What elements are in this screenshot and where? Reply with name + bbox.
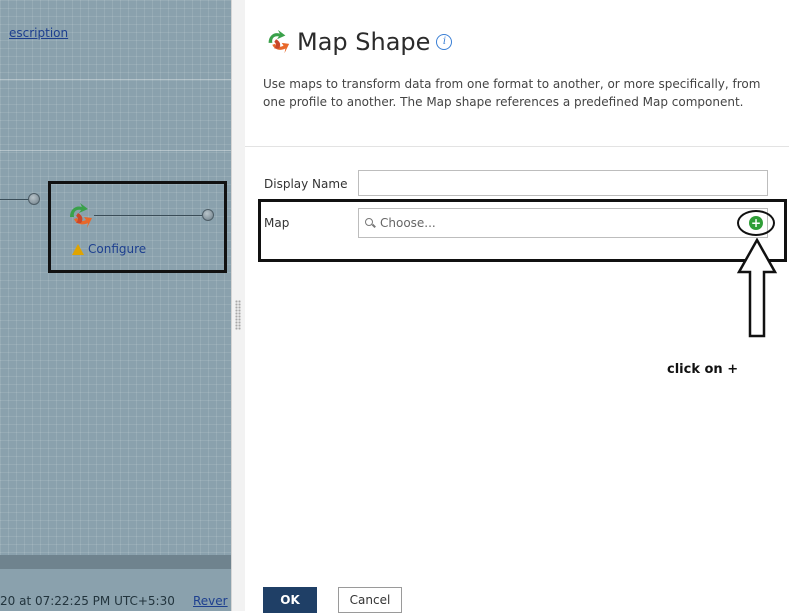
connector-point[interactable]	[28, 193, 40, 205]
map-choose-input[interactable]: Choose...	[358, 208, 768, 238]
ok-button[interactable]: OK	[263, 587, 317, 613]
splitter-grip-icon[interactable]	[235, 300, 241, 330]
canvas-divider	[0, 150, 231, 151]
connector-point[interactable]	[202, 209, 214, 221]
up-arrow-icon	[736, 238, 778, 338]
search-icon	[365, 218, 375, 228]
canvas-footer: 20 at 07:22:25 PM UTC+5:30 Rever	[0, 569, 231, 611]
description-link[interactable]: escription	[9, 26, 68, 40]
panel-title-text: Map Shape	[297, 28, 431, 56]
plus-circle-icon[interactable]: +	[749, 216, 763, 230]
process-canvas[interactable]: escription Configure 20 at 07:22:25 PM U…	[0, 0, 231, 611]
configure-link[interactable]: Configure	[72, 242, 146, 256]
connector-line	[94, 215, 202, 216]
horizontal-scrollbar[interactable]	[0, 555, 231, 569]
display-name-input[interactable]	[358, 170, 768, 196]
connector-line	[0, 199, 30, 200]
canvas-divider	[0, 79, 231, 80]
revert-link[interactable]: Rever	[193, 594, 228, 608]
panel-title: Map Shape i	[263, 28, 453, 56]
map-shape-icon	[268, 29, 290, 54]
info-icon[interactable]: i	[436, 34, 453, 50]
revision-timestamp: 20 at 07:22:25 PM UTC+5:30	[0, 594, 175, 608]
shape-config-panel: Map Shape i Use maps to transform data f…	[245, 0, 789, 613]
map-choose-placeholder: Choose...	[380, 216, 436, 230]
warning-icon	[72, 243, 84, 255]
configure-label: Configure	[88, 242, 147, 256]
panel-description: Use maps to transform data from one form…	[263, 77, 761, 109]
panel-divider	[245, 146, 789, 147]
panel-splitter[interactable]	[231, 0, 245, 611]
display-name-label: Display Name	[264, 177, 348, 191]
cancel-button[interactable]: Cancel	[338, 587, 402, 613]
annotation-text: click on +	[667, 362, 739, 377]
map-label: Map	[264, 216, 290, 230]
map-shape-icon[interactable]	[64, 201, 94, 231]
